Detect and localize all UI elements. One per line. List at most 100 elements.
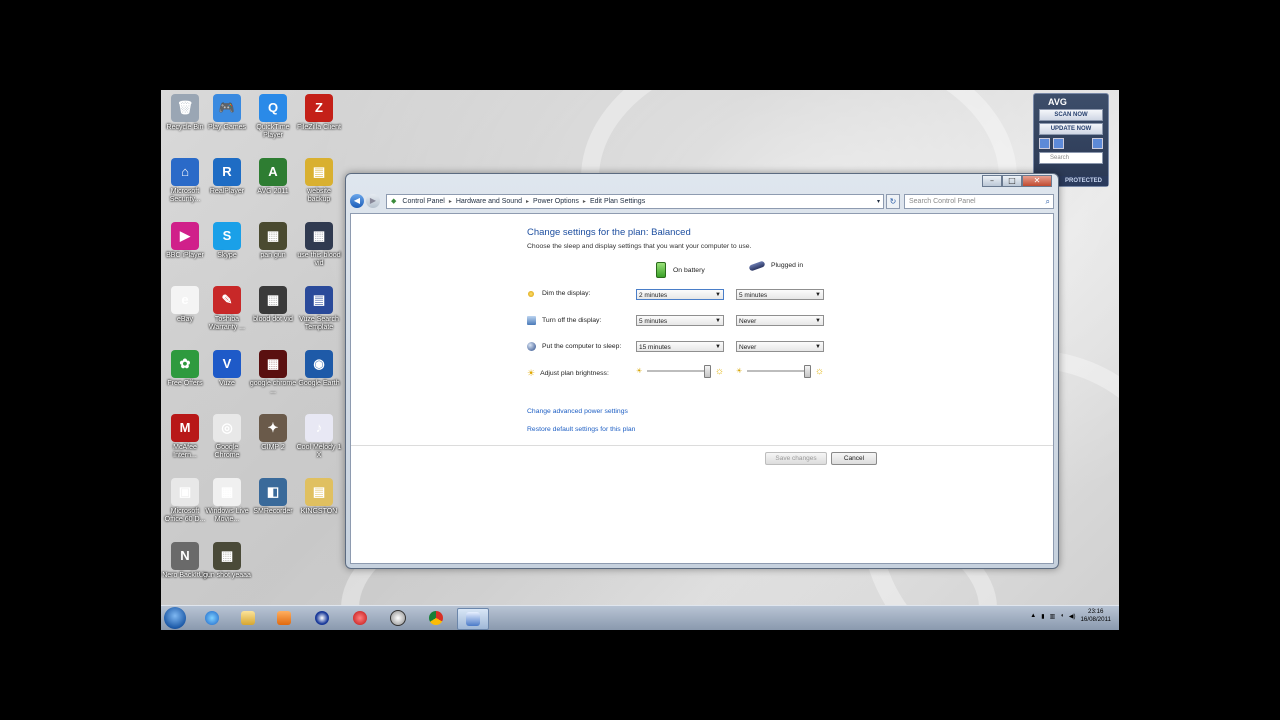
settings-icon[interactable] xyxy=(1092,138,1103,149)
back-button[interactable]: ◀ xyxy=(350,194,364,208)
battery-icon xyxy=(656,262,666,278)
show-hidden-icons-icon[interactable]: ▲ xyxy=(1030,613,1036,619)
desktop-icon[interactable]: ✎ Toshiba Warranty ... xyxy=(203,286,251,332)
desktop-icon[interactable]: ▤ Vuze Search Template xyxy=(295,286,343,332)
breadcrumb[interactable]: ◆ Control Panel ▸ Hardware and Sound ▸ P… xyxy=(386,193,884,209)
restore-defaults-link[interactable]: Restore default settings for this plan xyxy=(527,426,635,433)
desktop-icon-label: AVG 2011 xyxy=(257,188,289,195)
breadcrumb-hardware-sound[interactable]: Hardware and Sound xyxy=(456,198,522,205)
taskbar-chrome[interactable] xyxy=(421,608,451,628)
taskbar-media-player[interactable] xyxy=(269,608,299,628)
taskbar-pushpin[interactable] xyxy=(345,608,375,628)
start-button[interactable] xyxy=(164,607,186,629)
advanced-settings-link[interactable]: Change advanced power settings xyxy=(527,408,628,415)
desktop-icon[interactable]: A AVG 2011 xyxy=(249,158,297,196)
avg-search-input[interactable]: Search xyxy=(1039,152,1103,164)
on-battery-header: On battery xyxy=(656,262,705,278)
desktop-icon[interactable]: R RealPlayer xyxy=(203,158,251,196)
minimize-button[interactable]: – xyxy=(982,175,1002,187)
cancel-button[interactable]: Cancel xyxy=(831,452,877,465)
folder-icon: ▤ xyxy=(305,478,333,506)
taskbar-app[interactable] xyxy=(307,608,337,628)
brightness-row: ☀ Adjust plan brightness: xyxy=(527,368,609,379)
maximize-button[interactable]: □ xyxy=(1002,175,1022,187)
dim-battery-select[interactable]: 2 minutes ▼ xyxy=(636,289,724,300)
turn-off-battery-select[interactable]: 5 minutes ▼ xyxy=(636,315,724,326)
turn-off-display-row: Turn off the display: xyxy=(527,316,601,325)
chevron-down-icon[interactable]: ▾ xyxy=(877,198,880,205)
breadcrumb-power-options[interactable]: Power Options xyxy=(533,198,579,205)
search-control-panel-input[interactable]: Search Control Panel ⌕ xyxy=(904,193,1054,209)
desktop-icon-label: Google Chrome xyxy=(214,444,240,459)
sleep-plugged-select[interactable]: Never ▼ xyxy=(736,341,824,352)
taskbar-explorer[interactable] xyxy=(233,608,263,628)
turn-off-plugged-value: Never xyxy=(739,318,757,325)
taskbar-ie[interactable] xyxy=(197,608,227,628)
desktop-icon[interactable]: ▦ pan gun xyxy=(249,222,297,260)
brightness-battery-slider[interactable]: ☀ ☼ xyxy=(636,365,724,378)
desktop-icon[interactable]: V Vuze xyxy=(203,350,251,388)
internet-explorer-icon xyxy=(205,611,219,625)
forward-button[interactable]: ▶ xyxy=(366,194,380,208)
desktop-icon[interactable]: ▤ KINGSTON xyxy=(295,478,343,516)
desktop-icon[interactable]: ⌂ Microsoft Security... xyxy=(161,158,209,204)
taskbar-clock-app[interactable] xyxy=(383,608,413,628)
movie-maker-icon: ▦ xyxy=(213,478,241,506)
desktop-icon[interactable]: ▦ use this blood vid xyxy=(295,222,343,268)
turn-off-plugged-select[interactable]: Never ▼ xyxy=(736,315,824,326)
desktop-icon[interactable]: ♪ Cool Melody 1 X xyxy=(295,414,343,460)
desktop-icon[interactable]: N Nero BackItUp xyxy=(161,542,209,580)
desktop-icon[interactable]: ▶ BBC iPlayer xyxy=(161,222,209,260)
desktop-icon[interactable]: e eBay xyxy=(161,286,209,324)
desktop-icon[interactable]: ▣ Microsoft Office 60 D... xyxy=(161,478,209,524)
update-now-button[interactable]: UPDATE NOW xyxy=(1039,123,1103,135)
slider-thumb[interactable] xyxy=(803,365,811,378)
sleep-battery-value: 15 minutes xyxy=(639,344,671,351)
chevron-down-icon: ▼ xyxy=(715,318,721,324)
desktop-icon[interactable]: ▦ blood dot vid xyxy=(249,286,297,324)
desktop-icon[interactable]: ▦ Windows Live Movie... xyxy=(203,478,251,524)
desktop-icon-label: Recycle Bin xyxy=(166,124,204,131)
desktop-icon[interactable]: ◉ Google Earth xyxy=(295,350,343,388)
desktop-icon[interactable]: ◧ SMRecorder xyxy=(249,478,297,516)
desktop-icon-label: pan gun xyxy=(260,252,286,259)
desktop-icon[interactable]: M McAfee Intern... xyxy=(161,414,209,460)
brightness-plugged-slider[interactable]: ☀ ☼ xyxy=(736,365,824,378)
slider-thumb[interactable] xyxy=(703,365,711,378)
volume-icon[interactable]: ◀) xyxy=(1069,613,1076,620)
search-icon[interactable]: ⌕ xyxy=(1046,195,1050,208)
refresh-button[interactable]: ↻ xyxy=(886,193,900,209)
facebook-icon[interactable] xyxy=(1053,138,1064,149)
power-icon[interactable]: ◖ xyxy=(1060,613,1064,619)
breadcrumb-edit-plan[interactable]: Edit Plan Settings xyxy=(590,198,645,205)
desktop-icon[interactable]: ✦ GIMP 2 xyxy=(249,414,297,452)
toshiba-icon: ✎ xyxy=(213,286,241,314)
dim-sun-icon: ☀ xyxy=(736,368,743,375)
desktop-icon[interactable]: 🎮 Play Games xyxy=(203,94,251,132)
close-button[interactable]: ✕ xyxy=(1022,175,1052,187)
turn-off-battery-value: 5 minutes xyxy=(639,318,668,325)
desktop-icon[interactable]: ▦ gun shot yeaaa xyxy=(203,542,251,580)
desktop-icon[interactable]: S Skype xyxy=(203,222,251,260)
dim-plugged-select[interactable]: 5 minutes ▼ xyxy=(736,289,824,300)
scan-now-button[interactable]: SCAN NOW xyxy=(1039,109,1103,121)
clock[interactable]: 23:16 16/08/2011 xyxy=(1080,608,1111,624)
breadcrumb-control-panel[interactable]: Control Panel xyxy=(402,198,444,205)
games-icon: 🎮 xyxy=(213,94,241,122)
system-tray: ▲ ▮ ▥ ◖ ◀) 23:16 16/08/2011 xyxy=(1030,608,1111,624)
clock-date: 16/08/2011 xyxy=(1080,616,1111,623)
network-icon[interactable]: ▥ xyxy=(1050,613,1056,620)
desktop-icon[interactable]: ✿ Free Offers xyxy=(161,350,209,388)
video-file-icon: ▦ xyxy=(259,222,287,250)
save-changes-button[interactable]: Save changes xyxy=(765,452,827,465)
desktop-icon[interactable]: Q QuickTime Player xyxy=(249,94,297,140)
sleep-battery-select[interactable]: 15 minutes ▼ xyxy=(636,341,724,352)
taskbar-control-panel[interactable] xyxy=(457,608,489,630)
desktop-icon[interactable]: 🗑 Recycle Bin xyxy=(161,94,209,132)
battery-tray-icon[interactable]: ▮ xyxy=(1041,613,1044,620)
twitter-icon[interactable] xyxy=(1039,138,1050,149)
desktop-icon[interactable]: ▦ google chrome ... xyxy=(249,350,297,396)
desktop-icon[interactable]: ▤ website backup xyxy=(295,158,343,204)
desktop-icon[interactable]: Z FileZilla Client xyxy=(295,94,343,132)
desktop-icon[interactable]: ◎ Google Chrome xyxy=(203,414,251,460)
